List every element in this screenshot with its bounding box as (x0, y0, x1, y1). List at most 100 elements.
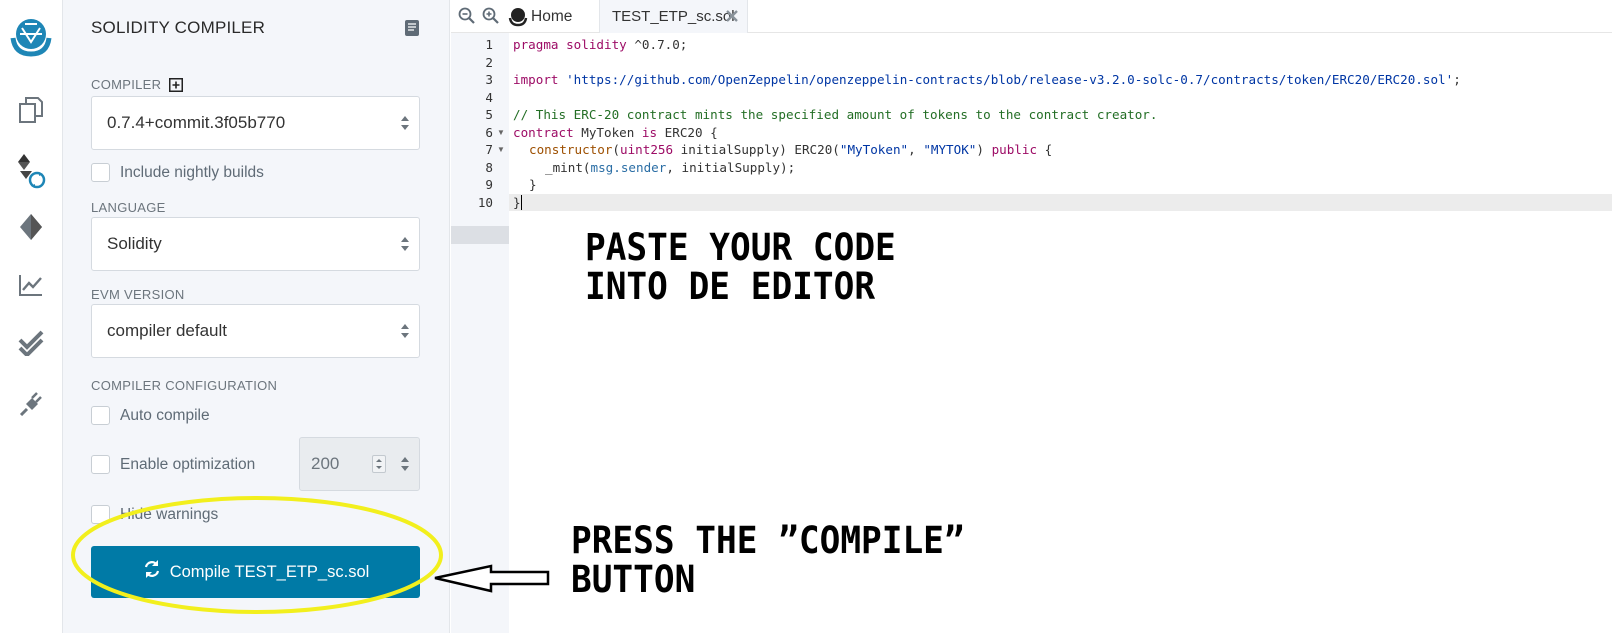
panel-title: SOLIDITY COMPILER (91, 18, 266, 37)
line-number: 1 (485, 37, 493, 52)
code-line: import 'https://github.com/OpenZeppelin/… (509, 71, 1612, 89)
code-text: } (513, 194, 521, 210)
code-line: // This ERC-20 contract mints the specif… (509, 106, 1612, 124)
zoom-out-icon[interactable] (458, 7, 475, 24)
line-number: 8 (485, 159, 493, 175)
code-keyword: is (641, 124, 658, 140)
line-number: 6 (485, 124, 493, 140)
plugin-manager-icon[interactable] (14, 385, 48, 419)
optimization-runs-input[interactable]: 200 (299, 437, 420, 491)
line-number: 5 (485, 107, 493, 122)
line-number: 7 (485, 142, 493, 157)
solidity-compiler-icon[interactable] (14, 154, 48, 189)
hide-warnings-checkbox[interactable] (91, 505, 110, 524)
code-line: contract MyToken is ERC20 { (509, 124, 1612, 142)
auto-compile-checkbox[interactable] (91, 406, 110, 425)
refresh-icon (144, 560, 159, 578)
compiler-label: COMPILER (91, 77, 162, 92)
optimization-option[interactable]: Enable optimization (91, 455, 255, 474)
file-explorer-icon[interactable] (14, 93, 48, 127)
line-number: 10 (477, 194, 493, 210)
code-text: _mint( (545, 159, 591, 175)
remix-logo-icon[interactable] (6, 14, 56, 58)
code-text: ) (976, 142, 992, 157)
compiler-panel: SOLIDITY COMPILER COMPILER 0.7.4+commit.… (63, 0, 450, 633)
code-text: ; (1453, 72, 1461, 87)
code-text: MyToken (573, 124, 642, 140)
code-comment: // This ERC-20 contract mints the specif… (513, 107, 1158, 122)
language-value: Solidity (107, 234, 162, 253)
evm-version-select[interactable]: compiler default (91, 304, 420, 358)
compiler-version-value: 0.7.4+commit.3f05b770 (107, 113, 286, 132)
close-tab-icon[interactable] (725, 9, 739, 23)
icon-rail (0, 0, 63, 633)
compile-button[interactable]: Compile TEST_ETP_sc.sol (91, 546, 420, 598)
code-text: { (1037, 142, 1053, 157)
code-text: , initialSupply); (666, 159, 796, 175)
deploy-run-icon[interactable] (14, 210, 48, 244)
code-text: ERC20 { (657, 124, 718, 140)
active-line-gutter (451, 226, 509, 244)
fold-toggle-icon[interactable]: ▼ (497, 141, 505, 159)
documentation-icon[interactable] (404, 19, 420, 37)
tab-home[interactable]: Home (508, 0, 572, 33)
optimization-label: Enable optimization (120, 455, 256, 473)
editor-gutter: 1 2 3 4 5 6 ▼ 7 ▼ 8 9 10 (451, 33, 509, 633)
code-string: "MyToken" (839, 142, 909, 157)
code-text: , (908, 142, 924, 157)
code-keyword: pragma solidity (513, 37, 627, 52)
compiler-configuration-label: COMPILER CONFIGURATION (91, 378, 278, 393)
runs-spinner[interactable] (372, 455, 386, 473)
auto-compile-label: Auto compile (120, 406, 210, 424)
editor-tabbar: Home TEST_ETP_sc.sol (451, 0, 1612, 33)
analysis-icon[interactable] (14, 268, 48, 302)
line-number: 3 (485, 72, 493, 87)
code-line: _mint(msg.sender, initialSupply); (509, 159, 1612, 177)
active-code-line: } (509, 193, 1612, 211)
fold-toggle-icon[interactable]: ▼ (497, 124, 505, 142)
tab-file-label: TEST_ETP_sc.sol (612, 8, 735, 25)
code-keyword: public (991, 142, 1038, 157)
text-cursor (520, 194, 522, 210)
nightly-builds-option[interactable]: Include nightly builds (91, 163, 264, 182)
auto-compile-option[interactable]: Auto compile (91, 406, 210, 425)
nightly-builds-label: Include nightly builds (120, 163, 264, 181)
code-string: "MYTOK" (923, 142, 977, 157)
add-compiler-icon[interactable] (169, 78, 183, 92)
code-type: uint256 (620, 142, 674, 157)
tab-file[interactable]: TEST_ETP_sc.sol (599, 0, 748, 33)
code-text: ^0.7.0; (626, 37, 688, 52)
hide-warnings-option[interactable]: Hide warnings (91, 505, 218, 524)
annotation-press-line-1: PRESS THE ”COMPILE” (571, 519, 965, 562)
code-string: 'https://github.com/OpenZeppelin/openzep… (566, 72, 1454, 87)
compiler-version-select[interactable]: 0.7.4+commit.3f05b770 (91, 96, 420, 150)
annotation-paste-line-2: INTO DE EDITOR (585, 265, 876, 308)
select-caret-icon (401, 237, 409, 251)
line-number: 2 (485, 54, 493, 70)
select-caret-icon (401, 457, 409, 471)
language-select[interactable]: Solidity (91, 217, 420, 271)
code-text: ( (612, 142, 620, 157)
evm-version-value: compiler default (107, 321, 228, 340)
language-label: LANGUAGE (91, 200, 166, 215)
annotation-press-line-2: BUTTON (571, 558, 696, 601)
testing-icon[interactable] (14, 326, 48, 360)
code-builtin: msg.sender (590, 159, 667, 175)
zoom-in-icon[interactable] (482, 7, 499, 24)
tab-home-label: Home (531, 7, 573, 25)
annotation-paste-line-1: PASTE YOUR CODE (585, 226, 896, 269)
code-line: } (509, 176, 1612, 194)
runs-value: 200 (311, 454, 340, 473)
line-number: 4 (485, 89, 493, 105)
code-keyword: contract (513, 124, 574, 140)
code-line: constructor(uint256 initialSupply) ERC20… (509, 141, 1612, 159)
code-keyword: import (513, 72, 559, 87)
optimization-checkbox[interactable] (91, 455, 110, 474)
code-text: } (529, 177, 537, 192)
evm-version-label: EVM VERSION (91, 287, 185, 302)
hide-warnings-label: Hide warnings (120, 505, 219, 523)
remix-home-icon (508, 7, 528, 26)
select-caret-icon (401, 116, 409, 130)
nightly-builds-checkbox[interactable] (91, 163, 110, 182)
code-line: pragma solidity ^0.7.0; (509, 36, 1612, 54)
